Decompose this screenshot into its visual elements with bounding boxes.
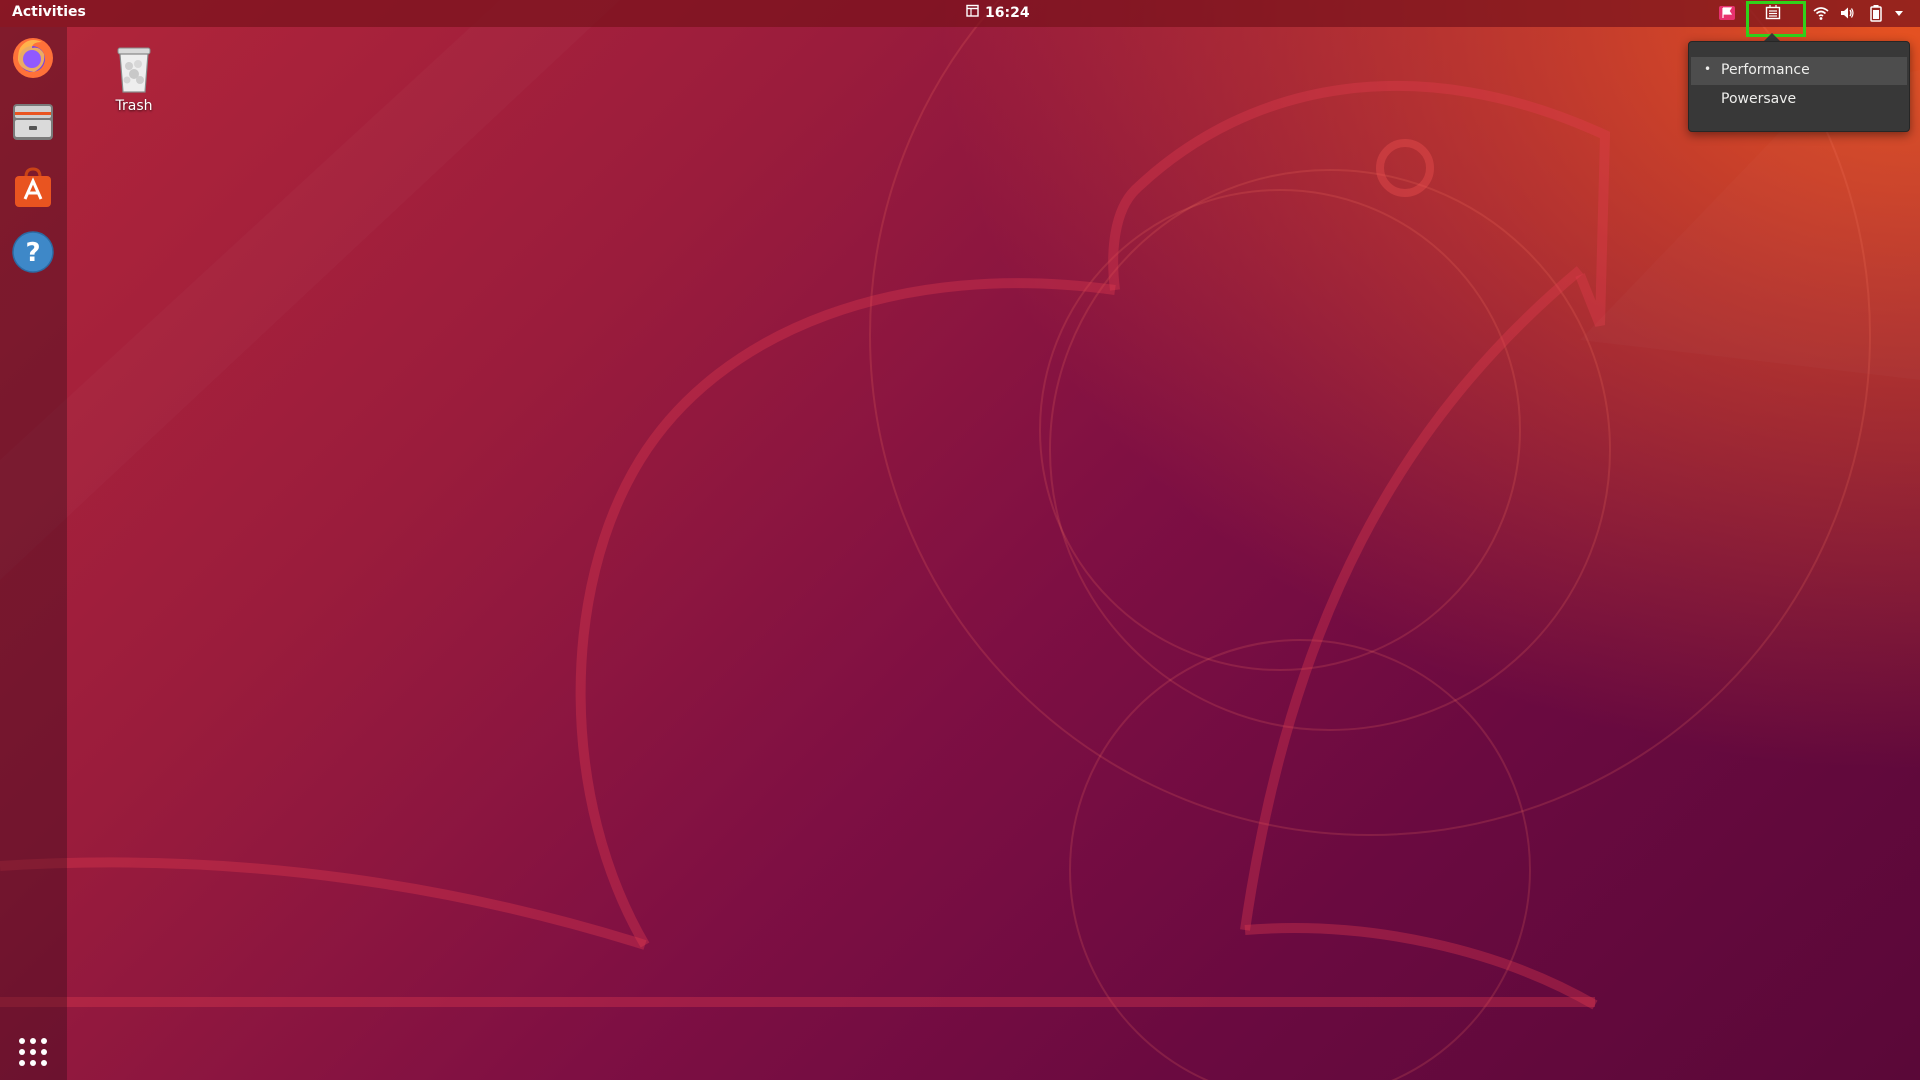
menu-item-label: Powersave xyxy=(1721,91,1797,107)
battery-icon[interactable] xyxy=(1866,3,1886,23)
help-icon: ? xyxy=(12,231,54,273)
dock-item-files[interactable] xyxy=(8,97,58,147)
notification-flag-icon[interactable] xyxy=(1717,3,1737,23)
system-menu-arrow-icon[interactable] xyxy=(1891,3,1907,23)
volume-icon[interactable] xyxy=(1837,3,1857,23)
menu-pointer xyxy=(1764,33,1780,41)
menu-item-powersave[interactable]: Powersave xyxy=(1691,86,1907,114)
svg-text:?: ? xyxy=(25,238,40,268)
firefox-icon xyxy=(13,38,53,78)
activities-button[interactable]: Activities xyxy=(12,4,86,20)
menu-item-performance[interactable]: • Performance xyxy=(1691,57,1907,85)
wifi-icon[interactable] xyxy=(1811,3,1831,23)
dock-item-firefox[interactable] xyxy=(8,32,58,82)
desktop-background xyxy=(0,0,1920,1080)
show-applications-button[interactable] xyxy=(8,1027,58,1077)
menu-item-label: Performance xyxy=(1721,62,1810,78)
dock-item-help[interactable]: ? xyxy=(8,227,58,277)
cpu-frequency-icon[interactable] xyxy=(1762,3,1784,23)
software-icon xyxy=(15,167,51,207)
desktop-trash[interactable]: Trash xyxy=(98,44,170,114)
calendar-icon xyxy=(966,4,979,21)
wallpaper-art xyxy=(0,0,1871,1080)
top-bar: Activities 16:24 xyxy=(0,0,1920,27)
cpu-frequency-menu: • Performance Powersave xyxy=(1688,41,1910,132)
selected-bullet: • xyxy=(1704,62,1712,76)
app-grid-icon xyxy=(19,1038,47,1066)
clock-button[interactable]: 16:24 xyxy=(966,4,1030,21)
trash-label: Trash xyxy=(115,98,153,114)
files-icon xyxy=(13,104,53,140)
clock-time: 16:24 xyxy=(985,4,1030,21)
dock-item-ubuntu-software[interactable] xyxy=(8,162,58,212)
dock: ? xyxy=(0,27,67,1080)
trash-icon xyxy=(117,47,151,93)
